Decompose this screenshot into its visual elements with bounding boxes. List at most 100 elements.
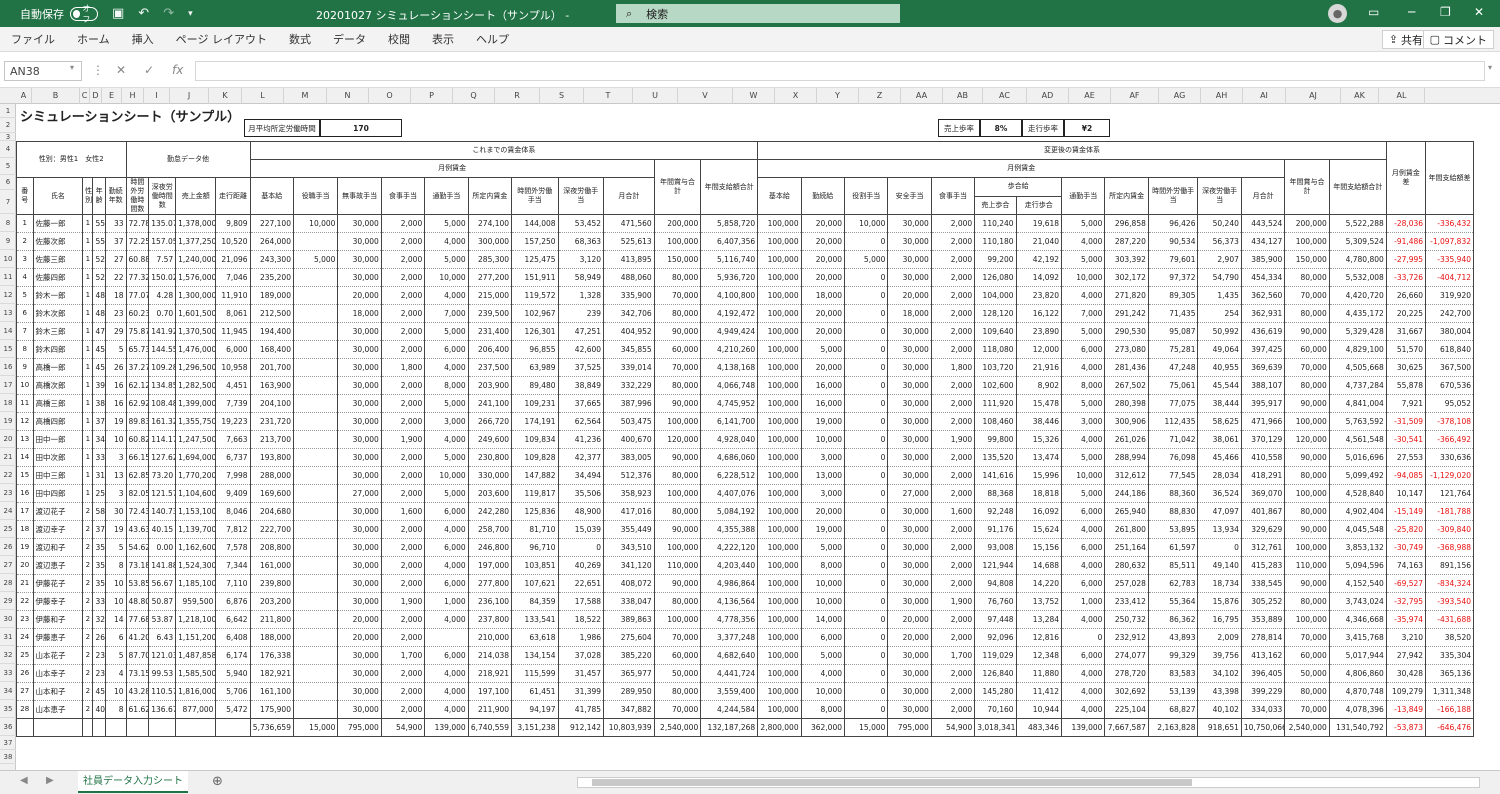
table-cell[interactable]: 471,560 [603, 214, 655, 233]
table-cell[interactable]: 10 [104, 574, 127, 593]
table-cell[interactable]: 21,916 [1015, 358, 1063, 377]
table-cell[interactable]: 193,800 [249, 448, 294, 467]
table-cell[interactable]: 4,505,668 [1328, 358, 1387, 377]
table-cell[interactable]: 107,621 [511, 574, 559, 593]
table-cell[interactable]: 100,000 [757, 268, 802, 287]
table-cell[interactable]: 399,229 [1240, 682, 1286, 701]
table-cell[interactable]: -166,188 [1425, 700, 1474, 719]
table-cell[interactable]: 30,000 [887, 574, 932, 593]
table-cell[interactable]: 30,000 [337, 592, 382, 611]
table-cell[interactable]: 169,600 [249, 484, 294, 503]
table-cell[interactable]: 2,000 [380, 340, 426, 359]
table-cell[interactable]: 4 [104, 664, 127, 683]
table-cell[interactable]: 38,520 [1425, 628, 1474, 647]
table-cell[interactable]: 71,042 [1147, 430, 1199, 449]
row-header[interactable]: 29 [0, 592, 16, 610]
table-cell[interactable]: 47 [92, 322, 106, 341]
table-cell[interactable]: 90,000 [653, 520, 702, 539]
table-cell[interactable]: 27,553 [1385, 448, 1427, 467]
table-cell[interactable]: 369,639 [1240, 358, 1286, 377]
table-cell[interactable]: 5,000 [1061, 214, 1106, 233]
table-cell[interactable]: 88,830 [1147, 502, 1199, 521]
table-cell[interactable]: 0 [843, 394, 889, 413]
row-header[interactable]: 6 [0, 175, 16, 190]
table-cell[interactable]: 75,281 [1147, 340, 1199, 359]
table-cell[interactable]: 83,583 [1147, 664, 1199, 683]
table-cell[interactable]: 100,000 [757, 286, 802, 305]
table-cell[interactable]: 48.80 [125, 592, 150, 611]
table-cell[interactable]: 275,604 [603, 628, 655, 647]
table-cell[interactable]: 2,000 [930, 304, 976, 323]
table-cell[interactable]: 40 [92, 700, 106, 719]
table-cell[interactable]: 111,920 [974, 394, 1017, 413]
table-cell[interactable]: 49,140 [1197, 556, 1242, 575]
table-cell[interactable]: 74,163 [1385, 556, 1427, 575]
table-cell[interactable]: 30,000 [887, 448, 932, 467]
table-cell[interactable]: 23,890 [1015, 322, 1063, 341]
table-cell[interactable]: 296,858 [1104, 214, 1149, 233]
table-cell[interactable]: 47,248 [1147, 358, 1199, 377]
column-title[interactable]: 売上歩合 [974, 195, 1017, 215]
row-header[interactable]: 37 [0, 736, 16, 750]
table-cell[interactable]: 4 [16, 268, 34, 287]
table-cell[interactable]: 10 [104, 592, 127, 611]
row-header[interactable]: 18 [0, 394, 16, 412]
table-cell[interactable]: 30,000 [337, 682, 382, 701]
table-cell[interactable]: 4,986,864 [700, 574, 759, 593]
table-cell[interactable]: 27,000 [337, 484, 382, 503]
table-cell[interactable]: 35 [92, 556, 106, 575]
account-avatar-icon[interactable]: ● [1328, 4, 1347, 23]
table-cell[interactable]: 0 [843, 448, 889, 467]
table-cell[interactable] [292, 466, 339, 485]
gender-note[interactable]: 性別：男性1 女性2 [16, 141, 127, 178]
table-cell[interactable]: 100,000 [653, 232, 702, 251]
table-cell[interactable]: 2,000 [380, 466, 426, 485]
table-cell[interactable]: 13 [16, 430, 34, 449]
table-cell[interactable]: 10,000 [843, 214, 889, 233]
table-cell[interactable]: 99.53 [148, 664, 177, 683]
table-cell[interactable]: 13 [104, 466, 127, 485]
table-cell[interactable]: 22 [104, 268, 127, 287]
table-cell[interactable]: 100,000 [757, 646, 802, 665]
table-cell[interactable]: 144,008 [511, 214, 559, 233]
table-cell[interactable]: 30,000 [887, 250, 932, 269]
table-cell[interactable]: 5,099,492 [1328, 466, 1387, 485]
column-header[interactable]: Z [859, 88, 901, 104]
table-cell[interactable]: 30,000 [887, 214, 932, 233]
table-cell[interactable]: 5,000 [1061, 484, 1106, 503]
table-cell[interactable]: 13,000 [800, 466, 846, 485]
row-header[interactable]: 26 [0, 538, 16, 556]
table-cell[interactable]: 5,858,720 [700, 214, 759, 233]
after-annual-bonus-header[interactable]: 年間賞与合計 [1284, 159, 1330, 215]
table-cell[interactable]: 5,000 [424, 448, 469, 467]
column-title[interactable]: 深夜労働手当 [557, 177, 605, 215]
row-header[interactable]: 19 [0, 412, 16, 430]
table-cell[interactable]: 30,000 [337, 502, 382, 521]
table-cell[interactable]: 4,745,952 [700, 394, 759, 413]
table-cell[interactable]: 22,651 [557, 574, 605, 593]
namebox-dropdown-icon[interactable]: ▾ [70, 63, 74, 72]
table-cell[interactable]: 16 [104, 376, 127, 395]
table-cell[interactable]: 6,642 [215, 610, 251, 629]
table-cell[interactable]: 277,200 [467, 268, 513, 287]
table-cell[interactable]: 126,840 [974, 664, 1017, 683]
column-header[interactable]: Y [817, 88, 859, 104]
table-cell[interactable] [104, 718, 127, 737]
table-cell[interactable]: 108.48 [148, 394, 177, 413]
table-cell[interactable]: 2,000 [380, 394, 426, 413]
table-cell[interactable] [82, 718, 94, 737]
table-cell[interactable]: 188,000 [249, 628, 294, 647]
table-cell[interactable]: 1 [82, 448, 94, 467]
table-cell[interactable]: 62.12 [125, 376, 150, 395]
table-cell[interactable]: 271,820 [1104, 286, 1149, 305]
table-cell[interactable]: 2,000 [380, 610, 426, 629]
table-cell[interactable]: 6,000 [1061, 646, 1106, 665]
table-cell[interactable]: 618,840 [1425, 340, 1474, 359]
table-cell[interactable]: 4,000 [1061, 664, 1106, 683]
column-title[interactable]: 番号 [16, 177, 34, 215]
table-cell[interactable]: 0.00 [148, 538, 177, 557]
column-title[interactable]: 役職手当 [292, 177, 339, 215]
table-cell[interactable]: 伊藤花子 [32, 574, 84, 593]
table-cell[interactable]: 5 [16, 286, 34, 305]
table-cell[interactable]: 3,000 [1061, 412, 1106, 431]
